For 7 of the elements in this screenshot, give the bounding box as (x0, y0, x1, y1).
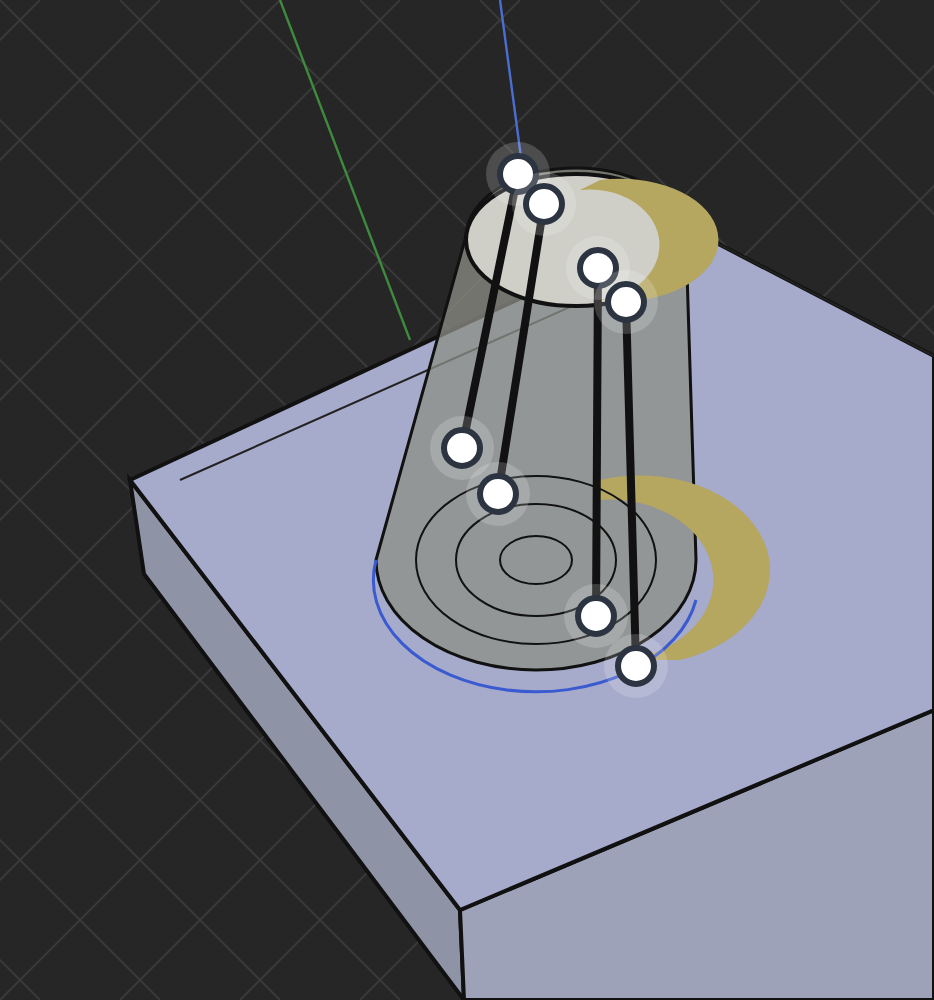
control-point-handle[interactable] (594, 270, 658, 334)
control-point-handle[interactable] (564, 584, 628, 648)
control-point-handle[interactable] (512, 172, 576, 236)
control-point-handle[interactable] (466, 462, 530, 526)
control-point-handle[interactable] (604, 634, 668, 698)
control-point-handle[interactable] (430, 416, 494, 480)
3d-viewport[interactable] (0, 0, 934, 1000)
